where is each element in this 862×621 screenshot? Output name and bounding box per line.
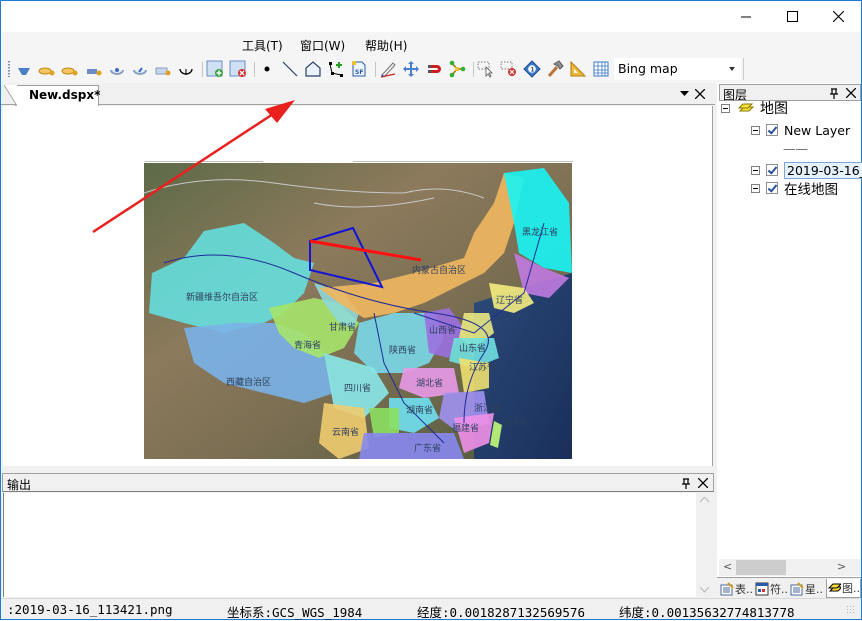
minimize-icon [740, 16, 751, 18]
toolbar-separator [473, 62, 474, 77]
layer-legend-line: —— [783, 140, 808, 156]
symbol-icon [755, 582, 769, 595]
layers-icon [737, 103, 754, 112]
pin-icon[interactable] [682, 475, 690, 492]
layer-panel: 图层 地图 New Layer —— 2019-03-16_1 [717, 83, 862, 598]
maximize-icon [786, 11, 798, 22]
status-crs: 坐标系:GCS_WGS_1984 [227, 605, 363, 620]
close-layer-panel-button[interactable] [845, 84, 857, 102]
layer-panel-tabs: 表.. 符.. 星.. 图.. [717, 577, 861, 598]
properties-icon [790, 581, 804, 595]
layer-visibility-checkbox[interactable] [766, 164, 778, 176]
province-guangxi-guangdong [359, 433, 464, 459]
collapse-icon[interactable] [751, 165, 760, 175]
map-label: 湖南省 [406, 404, 433, 416]
map-label: 云南省 [332, 426, 359, 438]
svg-text:SF: SF [355, 69, 363, 76]
map-label: 广东省 [414, 442, 441, 454]
chevron-down-icon [729, 67, 735, 71]
map-label: 山东省 [459, 342, 486, 354]
tab-symbol[interactable]: 符.. [755, 579, 788, 598]
map-label: 辽宁省 [496, 294, 523, 306]
map-label: 浙江省 [474, 402, 501, 414]
layer-item-new-layer[interactable]: New Layer [751, 121, 850, 139]
layers-icon [827, 583, 841, 592]
layer-tree-root[interactable]: 地图 [721, 99, 788, 117]
map-label: 台湾省 [501, 416, 528, 428]
scroll-right-icon[interactable]: > [837, 560, 846, 573]
layer-item-online-map[interactable]: 在线地图 [751, 179, 838, 198]
tab-layers[interactable]: 图.. [826, 579, 861, 598]
output-panel-title: 输出 [7, 478, 32, 492]
maximize-button[interactable] [769, 1, 815, 32]
map-label: 陕西省 [389, 344, 416, 356]
toolbar-separator [743, 58, 744, 80]
map-label: 四川省 [344, 382, 371, 394]
output-text-area[interactable] [3, 493, 696, 597]
close-icon [832, 11, 844, 22]
collapse-icon[interactable] [751, 183, 760, 193]
menu-bar: 工具(T) 窗口(W) 帮助(H) [1, 32, 861, 56]
close-output-button[interactable] [697, 474, 709, 492]
map-label: 甘肃省 [329, 321, 356, 333]
layer-visibility-checkbox[interactable] [766, 124, 778, 136]
toolbar-separator [375, 62, 376, 77]
status-file: :2019-03-16_113421.png [7, 602, 173, 617]
annotation-arrow [92, 100, 295, 234]
menu-window[interactable]: 窗口(W) [300, 37, 345, 54]
layer-panel-hscrollbar[interactable]: < > [719, 559, 861, 576]
tab-table[interactable]: 表.. [720, 579, 753, 598]
scroll-down-icon[interactable] [700, 587, 709, 593]
collapse-icon[interactable] [751, 125, 760, 135]
layer-item-label: 在线地图 [784, 182, 838, 198]
close-icon [697, 477, 709, 489]
map-label: 西藏自治区 [226, 376, 271, 388]
map-label: 江苏省 [469, 361, 496, 373]
minimize-button[interactable] [723, 1, 769, 32]
map-canvas[interactable]: 新疆维吾尔自治区 西藏自治区 青海省 甘肃省 四川省 内蒙古自治区 黑龙江省 辽… [3, 100, 713, 466]
table-icon [720, 581, 734, 595]
collapse-icon[interactable] [721, 103, 730, 113]
output-scrollbar[interactable] [697, 493, 713, 597]
output-panel: 输出 [1, 473, 715, 598]
document-panel: New.dspx* 新疆维吾尔自治区 西藏自治区 青海省 甘肃省 四川省 内蒙古… [1, 83, 715, 467]
map-label: 湖北省 [416, 377, 443, 389]
close-icon [845, 87, 857, 99]
layer-visibility-checkbox[interactable] [766, 182, 778, 194]
basemap-select-value: Bing map [618, 61, 678, 76]
scrollbar-thumb[interactable] [736, 560, 786, 575]
map-label: 新疆维吾尔自治区 [186, 291, 258, 303]
status-bar: :2019-03-16_113421.png 坐标系:GCS_WGS_1984 … [1, 598, 861, 620]
app-window: 工具(T) 窗口(W) 帮助(H) SF 1 Bing map New.dspx… [0, 0, 862, 620]
status-longitude: 经度:0.0018287132569576 [417, 605, 585, 620]
toolbar-separator [254, 62, 255, 77]
scroll-up-icon[interactable] [700, 497, 709, 503]
output-panel-header: 输出 [2, 473, 714, 492]
layer-item-raster[interactable]: 2019-03-16_1 [751, 161, 862, 179]
menu-tools[interactable]: 工具(T) [242, 37, 283, 54]
pin-icon[interactable] [830, 85, 838, 102]
toolbar-separator [202, 62, 203, 77]
map-label: 福建省 [452, 422, 479, 434]
menu-help[interactable]: 帮助(H) [365, 37, 407, 54]
resize-grip[interactable] [846, 605, 856, 615]
svg-text:1: 1 [530, 67, 534, 74]
map-label: 山西省 [429, 324, 456, 336]
scroll-left-icon[interactable]: < [723, 560, 732, 573]
title-bar [1, 1, 861, 32]
layer-tree-root-label: 地图 [760, 101, 788, 117]
toolbar-grip[interactable] [8, 61, 10, 77]
status-latitude: 纬度:0.00135632774813778 [619, 605, 795, 620]
map-label: 青海省 [294, 339, 321, 351]
tab-properties[interactable]: 星.. [790, 579, 823, 598]
layer-item-label: 2019-03-16_1 [784, 161, 862, 179]
layer-item-label: New Layer [784, 122, 851, 138]
close-window-button[interactable] [815, 1, 861, 32]
